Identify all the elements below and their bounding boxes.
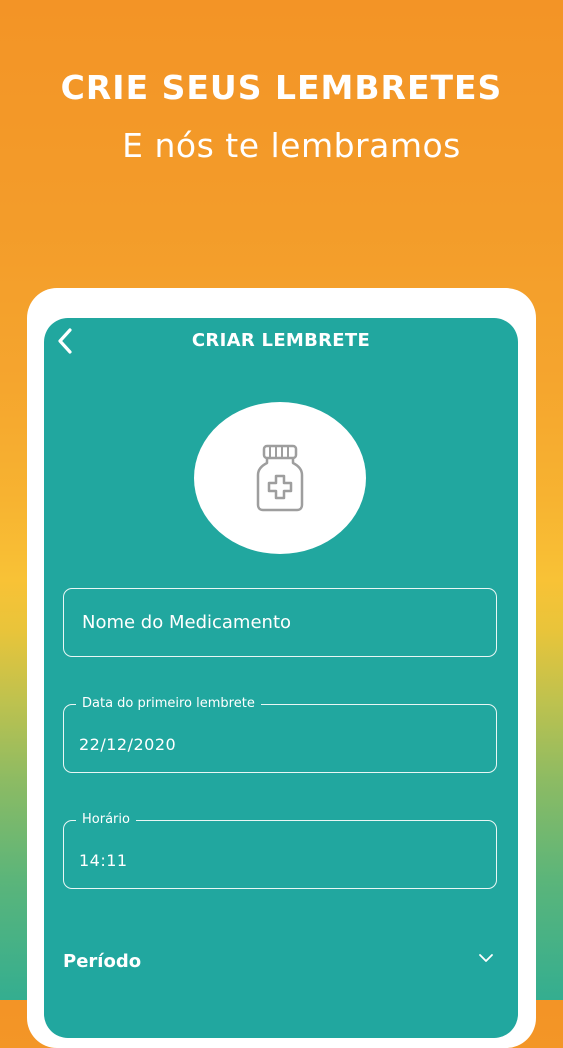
hero-title: CRIE SEUS LEMBRETES — [60, 68, 503, 107]
period-dropdown[interactable]: Período — [63, 943, 497, 983]
screen-title: CRIAR LEMBRETE — [191, 330, 371, 351]
first-reminder-date-value: 22/12/2020 — [79, 735, 177, 754]
time-field[interactable]: Horário 14:11 — [63, 812, 497, 889]
first-reminder-date-field[interactable]: Data do primeiro lembrete 22/12/2020 — [63, 696, 497, 773]
medication-name-field — [63, 588, 497, 657]
first-reminder-date-label: Data do primeiro lembrete — [76, 696, 261, 712]
medicine-bottle-icon — [256, 444, 304, 512]
medication-name-input[interactable] — [82, 589, 472, 655]
hero-subtitle: E nós te lembramos — [122, 126, 461, 165]
time-value: 14:11 — [79, 851, 128, 870]
period-label: Período — [63, 951, 142, 972]
time-label: Horário — [76, 812, 136, 828]
medicine-photo-button[interactable] — [194, 402, 366, 554]
create-reminder-screen: CRIAR LEMBRETE Data do primeiro lembrete… — [44, 318, 518, 1038]
hero-section: CRIE SEUS LEMBRETES E nós te lembramos — [0, 0, 563, 200]
chevron-down-icon — [479, 954, 493, 962]
